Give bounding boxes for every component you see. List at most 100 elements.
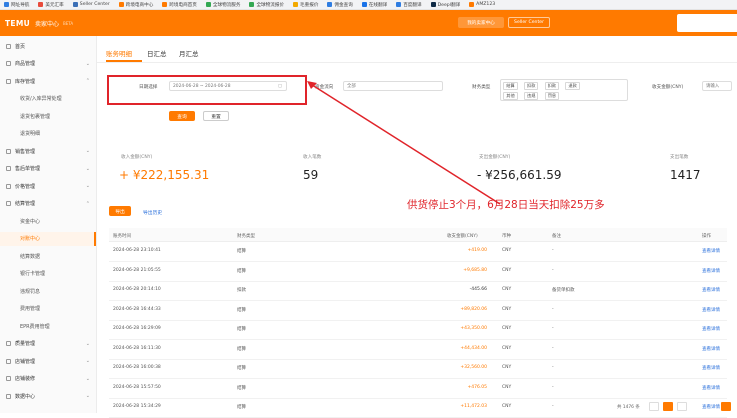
tab-account-details[interactable]: 账务明细 (106, 48, 132, 58)
sidebar: 首页商品管理 ⌄ 库存管理 ⌃ 收货/入库异常处理 退货包裹管理 退货明细销售管理 ⌄ 售后单管… (0, 36, 97, 413)
bookmark-icon (249, 2, 255, 7)
cell-time: 2024-06-28 15:34:29 (113, 404, 161, 409)
sidebar-item[interactable]: 售后单管理 ⌄ (0, 162, 96, 176)
cell-action[interactable]: 查看详情 (702, 326, 720, 332)
bookmark-icon (38, 2, 44, 7)
cell-action[interactable]: 查看详情 (702, 307, 720, 313)
sidebar-item[interactable]: 收货/入库异常处理 (0, 92, 96, 106)
user-area[interactable] (677, 14, 737, 32)
sidebar-item[interactable]: 对账中心 (0, 231, 96, 246)
page-1-button[interactable] (663, 402, 673, 411)
cell-action[interactable]: 查看详情 (702, 248, 720, 254)
sidebar-item[interactable]: 数据中心 ⌄ (0, 389, 96, 403)
finance-type-chip[interactable]: 退款 (565, 82, 580, 90)
query-button[interactable]: 查询 (169, 111, 195, 121)
bookmark-item[interactable]: 在线翻译 (361, 2, 387, 8)
sidebar-item[interactable]: 银行卡管理 (0, 267, 96, 281)
bookmark-icon (72, 2, 78, 7)
my-seller-center-button[interactable]: 我的卖家中心 (458, 17, 504, 28)
sidebar-item[interactable]: 销售管理 ⌄ (0, 144, 96, 158)
cell-action[interactable]: 查看详情 (702, 268, 720, 274)
cell-time: 2024-06-28 15:57:50 (113, 384, 161, 390)
sidebar-item[interactable]: 店铺管理 ⌄ (0, 354, 96, 368)
sidebar-item[interactable]: 费用管理 (0, 302, 96, 316)
bookmark-item[interactable]: 佣金查询 (327, 2, 353, 8)
sidebar-item[interactable]: EPR费用管理 (0, 319, 96, 333)
beta-tag: BETA (63, 20, 74, 26)
tab-monthly-summary[interactable]: 月汇总 (179, 48, 199, 58)
bookmark-item[interactable]: Seller Center (72, 2, 110, 7)
sidebar-item[interactable]: 退货包裹管理 (0, 109, 96, 123)
bookmark-item[interactable]: 跨境电商首页 (162, 2, 197, 8)
table-header (109, 228, 727, 242)
cell-currency: CNY (502, 404, 512, 409)
finance-type-chip[interactable]: 罚息 (544, 92, 560, 100)
col-action: 操作 (702, 234, 711, 239)
sidebar-item[interactable]: 结算管理 ⌃ (0, 197, 96, 211)
bookmark-label: 全球物流服务 (212, 2, 241, 8)
chevron-icon: ⌄ (85, 375, 90, 382)
cell-action[interactable]: 查看详情 (702, 365, 720, 371)
bookmark-item[interactable]: 美元汇率 (38, 2, 64, 8)
sidebar-item[interactable]: 价格管理 ⌄ (0, 179, 96, 193)
bookmark-item[interactable]: 跨境电商中心 (118, 2, 153, 8)
cell-action[interactable]: 查看详情 (702, 287, 720, 293)
red-annotation-text: 供货停止3个月，6月28日当天扣除25万多 (407, 199, 605, 211)
amount-input[interactable]: 请输入 (702, 81, 732, 91)
finance-type-chip[interactable]: 结算 (503, 82, 518, 90)
prev-page-button[interactable] (649, 402, 659, 411)
chevron-icon: ⌄ (85, 183, 90, 189)
finance-type-select[interactable]: 结算 扣款 扣款 退款 其他 违规 罚息 (500, 79, 628, 101)
sidebar-item[interactable]: 资金中心 (0, 214, 96, 228)
finance-type-chip[interactable]: 违规 (524, 92, 539, 100)
bookmark-label: 跨境电商首页 (169, 2, 197, 8)
bookmark-icon (396, 2, 402, 7)
sidebar-item-label: 对账中心 (20, 236, 41, 242)
cell-currency: CNY (502, 384, 512, 390)
next-page-button[interactable] (677, 402, 687, 411)
bookmark-item[interactable]: 全球物流服务 (205, 2, 241, 8)
cell-note: - (552, 326, 554, 331)
amount-filter-label: 收支金额(CNY) (652, 85, 684, 90)
finance-type-chip[interactable]: 其他 (503, 92, 518, 100)
finance-type-chip[interactable]: 扣款 (544, 82, 560, 90)
cell-time: 2024-06-28 21:05:55 (113, 267, 161, 273)
tab-daily-summary[interactable]: 日汇总 (147, 48, 167, 58)
sidebar-item[interactable]: 结算数据 (0, 249, 96, 263)
sidebar-item[interactable]: 退货明细 (0, 127, 96, 141)
menu-icon (6, 166, 11, 171)
sidebar-item[interactable]: 库存管理 ⌃ (0, 74, 96, 88)
bookmark-item[interactable]: 网址导航 (4, 2, 29, 8)
sidebar-item-label: 结算管理 (15, 201, 36, 207)
sidebar-item[interactable]: 质量管理 ⌄ (0, 337, 96, 351)
sidebar-item[interactable]: 违规罚息 (0, 284, 96, 298)
sidebar-item-label: 店铺管理 (15, 358, 36, 365)
bookmark-label: 美元汇率 (45, 2, 64, 8)
bookmark-item[interactable]: 毛重报价 (293, 2, 318, 8)
export-history-link[interactable]: 导出历史 (143, 209, 162, 216)
bookmark-item[interactable]: Deepl翻译 (430, 2, 460, 8)
seller-center-button[interactable]: Seller Center (508, 17, 550, 28)
bookmark-item[interactable]: AMZ123 (469, 2, 495, 7)
cell-action[interactable]: 查看详情 (702, 404, 720, 410)
temu-logo[interactable]: TEMU (5, 19, 30, 28)
menu-icon (6, 183, 11, 189)
annotation-arrow (307, 81, 501, 205)
bookmark-item[interactable]: 百度翻译 (396, 2, 422, 8)
sidebar-item-label: 店铺装修 (15, 376, 36, 382)
bookmark-item[interactable]: 全球物流报价 (249, 2, 284, 8)
export-button[interactable]: 导出 (109, 206, 131, 216)
sidebar-item[interactable]: 首页 (0, 39, 96, 53)
sidebar-item[interactable]: 店铺装修 ⌄ (0, 372, 96, 386)
cell-note: - (552, 345, 554, 351)
reset-button[interactable]: 重置 (203, 111, 229, 121)
finance-type-chip[interactable]: 扣款 (524, 82, 539, 90)
sidebar-item[interactable]: 商品管理 ⌄ (0, 57, 96, 71)
cell-action[interactable]: 查看详情 (702, 346, 720, 352)
expense-amount-value: - ¥256,661.59 (477, 168, 562, 182)
sidebar-item-label: 价格管理 (15, 183, 36, 190)
col-time: 账务时间 (113, 234, 131, 239)
main-content: 账务明细 日汇总 月汇总 日期选择 2024-06-28 ~ 2024-06-2… (97, 36, 737, 418)
feedback-button[interactable] (721, 402, 731, 411)
cell-action[interactable]: 查看详情 (702, 385, 720, 391)
